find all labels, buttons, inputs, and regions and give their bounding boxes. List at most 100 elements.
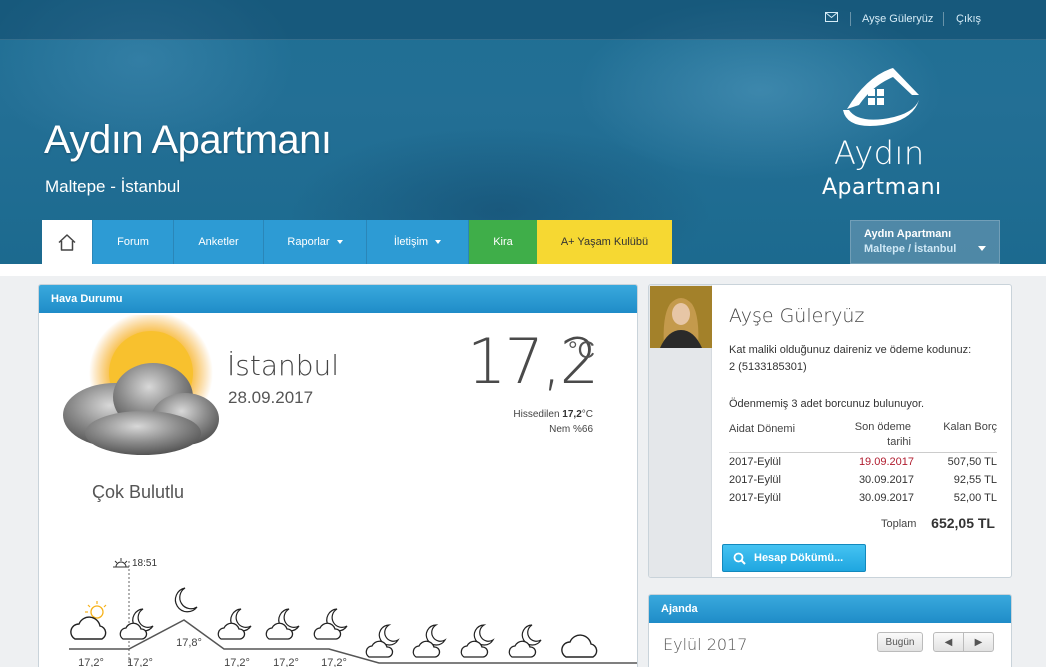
debt-table-header: Aidat Dönemi Son ödeme tarihi Kalan Borç — [729, 421, 997, 453]
building-location: Maltepe / İstanbul — [864, 243, 957, 255]
nav-home[interactable] — [42, 220, 93, 264]
sunset-icon — [113, 558, 129, 568]
weather-panel-title: Hava Durumu — [39, 285, 637, 313]
mail-icon[interactable] — [825, 12, 838, 22]
cloud-icon — [561, 634, 598, 658]
moon-cloud-icon — [217, 608, 252, 640]
forecast-temp-label: 17,2° — [224, 657, 250, 667]
col-due: Son ödeme tarihi — [843, 421, 913, 448]
dropdown-caret-icon — [336, 240, 343, 244]
row-period: 2017-Eylül — [729, 474, 781, 486]
nav-iletisim-label: İletişim — [393, 236, 429, 248]
col-amount: Kalan Borç — [943, 421, 997, 433]
hourly-forecast: 18:51 17,2° 17,2° 17,8° 17,2° 17,2° 17,2… — [69, 558, 637, 667]
forecast-temp-label: 17,2° — [321, 657, 347, 667]
payment-code: 2 (5133185301) — [729, 361, 807, 373]
weather-city: İstanbul — [227, 349, 340, 382]
nav-anketler[interactable]: Anketler — [174, 220, 264, 264]
weather-condition: Çok Bulutlu — [92, 482, 185, 502]
site-subtitle: Maltepe - İstanbul — [45, 177, 181, 196]
prev-month-button[interactable]: ◀ — [933, 632, 964, 652]
row-amount: 92,55 TL — [953, 474, 997, 486]
forecast-temp-label: 17,2° — [273, 657, 299, 667]
calendar-month: Eylül 2017 — [663, 635, 748, 654]
row-period: 2017-Eylül — [729, 456, 781, 468]
weather-panel: Hava Durumu İstanbul 28.09.2017 17,2 °C — [38, 284, 638, 667]
agenda-panel-title: Ajanda — [649, 595, 1011, 623]
debt-notice: Ödenmemiş 3 adet borcunuz bulunuyor. — [729, 398, 925, 410]
forecast-temp-label: 17,8° — [176, 637, 202, 649]
nav-yasam-kulubu-label: A+ Yaşam Kulübü — [560, 236, 649, 248]
nav-kira[interactable]: Kira — [469, 220, 537, 264]
sun-cloud-small-icon — [70, 601, 107, 640]
moon-cloud-icon — [119, 608, 154, 640]
total-value: 652,05 TL — [931, 515, 995, 531]
row-period: 2017-Eylül — [729, 492, 781, 504]
feels-label: Hissedilen — [513, 409, 560, 420]
row-amount: 507,50 TL — [947, 456, 997, 468]
table-row: 2017-Eylül 19.09.2017 507,50 TL — [729, 456, 997, 474]
logout-link[interactable]: Çıkış — [956, 13, 981, 25]
moon-cloud-icon — [313, 608, 348, 640]
col-period: Aidat Dönemi — [729, 423, 796, 435]
debt-table: Aidat Dönemi Son ödeme tarihi Kalan Borç… — [729, 421, 997, 510]
moon-cloud-icon — [508, 624, 543, 658]
row-due: 30.09.2017 — [858, 492, 914, 504]
nav-iletisim[interactable]: İletişim — [367, 220, 469, 264]
profile-panel: Ayşe Güleryüz Kat maliki olduğunuz daire… — [648, 284, 1012, 578]
table-row: 2017-Eylül 30.09.2017 92,55 TL — [729, 474, 997, 492]
col-due-line2: tarihi — [887, 436, 911, 448]
nav-anketler-label: Anketler — [198, 236, 239, 248]
header-divider — [0, 264, 1046, 276]
weather-temperature-unit: °C — [568, 337, 595, 364]
moon-cloud-icon — [265, 608, 300, 640]
account-statement-label: Hesap Dökümü... — [754, 552, 844, 564]
chevron-down-icon — [978, 246, 986, 251]
table-row: 2017-Eylül 30.09.2017 52,00 TL — [729, 492, 997, 510]
user-link[interactable]: Ayşe Güleryüz — [862, 13, 933, 25]
profile-name: Ayşe Güleryüz — [729, 305, 865, 327]
moon-cloud-icon — [365, 624, 400, 658]
weather-date: 28.09.2017 — [228, 388, 314, 407]
logo-text-line1: Aydın — [834, 134, 925, 172]
main-nav: Forum Anketler Raporlar İletişim Kira A+… — [42, 220, 672, 264]
sunset-time: 18:51 — [132, 558, 157, 569]
next-month-button[interactable]: ▶ — [963, 632, 994, 652]
topbar-divider — [850, 12, 851, 26]
account-statement-button[interactable]: Hesap Dökümü... — [722, 544, 866, 572]
nav-forum[interactable]: Forum — [93, 220, 174, 264]
profile-sidebar — [649, 285, 712, 577]
weather-details: Hissedilen 17,2°C Nem %66 — [513, 407, 593, 437]
nav-forum-label: Forum — [117, 236, 149, 248]
nav-raporlar-label: Raporlar — [287, 236, 330, 248]
logo-text-line2: Apartmanı — [822, 175, 942, 200]
nav-kira-label: Kira — [493, 236, 513, 248]
row-amount: 52,00 TL — [953, 492, 997, 504]
forecast-temp-label: 17,2° — [127, 657, 153, 667]
nav-yasam-kulubu[interactable]: A+ Yaşam Kulübü — [537, 220, 672, 264]
building-name: Aydın Apartmanı — [864, 228, 952, 240]
home-icon — [58, 233, 76, 251]
topbar-divider — [943, 12, 944, 26]
moon-cloud-icon — [412, 624, 447, 658]
site-header: Ayşe Güleryüz Çıkış Aydın Apartmanı Malt… — [0, 0, 1046, 264]
search-icon — [733, 552, 746, 565]
agenda-panel: Ajanda Eylül 2017 Bugün ◀ ▶ — [648, 594, 1012, 667]
row-due: 19.09.2017 — [858, 456, 914, 468]
forecast-temp-label: 17,2° — [78, 657, 104, 667]
moon-cloud-icon — [460, 624, 495, 658]
moon-icon — [174, 587, 198, 613]
feels-value: 17,2 — [562, 409, 582, 420]
col-due-line1: Son ödeme — [854, 421, 911, 433]
total-label: Toplam — [881, 518, 917, 530]
top-bar: Ayşe Güleryüz Çıkış — [0, 0, 1046, 40]
avatar — [650, 286, 712, 348]
dropdown-caret-icon — [435, 240, 442, 244]
temperature-line — [69, 619, 637, 664]
building-selector[interactable]: Aydın Apartmanı Maltepe / İstanbul — [850, 220, 1000, 264]
profile-info-line: Kat maliki olduğunuz daireniz ve ödeme k… — [729, 344, 972, 356]
feels-unit: °C — [581, 409, 593, 420]
site-title: Aydın Apartmanı — [44, 118, 332, 162]
nav-raporlar[interactable]: Raporlar — [264, 220, 367, 264]
today-button[interactable]: Bugün — [877, 632, 923, 652]
